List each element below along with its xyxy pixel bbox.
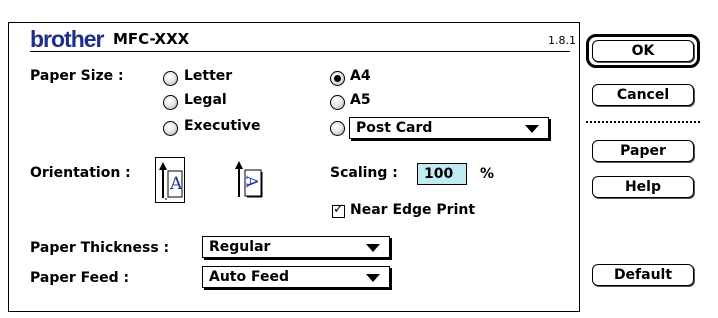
button-separator [586,121,700,123]
radio-a5[interactable] [330,95,345,110]
header-divider [30,51,570,52]
custom-paper-size-value: Post Card [356,120,433,136]
dropdown-arrow-icon [366,244,380,252]
checkmark-icon: ✓ [333,202,344,217]
radio-custom-size[interactable] [330,121,345,136]
radio-executive-label[interactable]: Executive [184,118,260,134]
scaling-label: Scaling : [330,165,398,181]
paper-size-label: Paper Size : [30,68,124,84]
paper-thickness-value: Regular [209,239,271,255]
radio-a4-label[interactable]: A4 [350,68,371,84]
orientation-portrait-button[interactable]: A [155,157,185,203]
scaling-input[interactable]: 100 [417,163,467,185]
model-name: MFC-XXX [113,30,190,48]
help-button[interactable]: Help [592,176,694,198]
near-edge-checkbox[interactable]: ✓ [332,202,345,218]
radio-a5-label[interactable]: A5 [350,92,371,108]
portrait-glyph: A [170,174,183,194]
scaling-unit: % [480,166,495,182]
default-button[interactable]: Default [592,264,694,286]
paper-button[interactable]: Paper [592,140,694,162]
paper-thickness-label: Paper Thickness : [30,240,170,256]
orientation-label: Orientation : [30,165,131,181]
cancel-button[interactable]: Cancel [592,84,694,106]
paper-feed-select[interactable]: Auto Feed [202,266,390,288]
paper-feed-label: Paper Feed : [30,270,130,286]
version-label: 1.8.1 [548,34,576,47]
paper-thickness-select[interactable]: Regular [202,236,390,258]
ok-button[interactable]: OK [592,40,694,62]
brand-logo: brother [30,26,104,52]
dropdown-arrow-icon [366,274,380,282]
radio-executive[interactable] [163,121,178,136]
landscape-glyph: A [242,175,262,188]
scaling-value: 100 [424,166,454,182]
dropdown-arrow-icon [525,125,539,133]
paper-feed-value: Auto Feed [209,269,289,285]
custom-paper-size-select[interactable]: Post Card [349,117,549,139]
orientation-landscape-button[interactable]: A [232,157,268,203]
near-edge-label[interactable]: Near Edge Print [350,202,475,218]
radio-letter-label[interactable]: Letter [184,68,232,84]
radio-a4[interactable] [330,71,345,86]
radio-letter[interactable] [163,71,178,86]
radio-legal-label[interactable]: Legal [184,92,227,108]
radio-legal[interactable] [163,95,178,110]
